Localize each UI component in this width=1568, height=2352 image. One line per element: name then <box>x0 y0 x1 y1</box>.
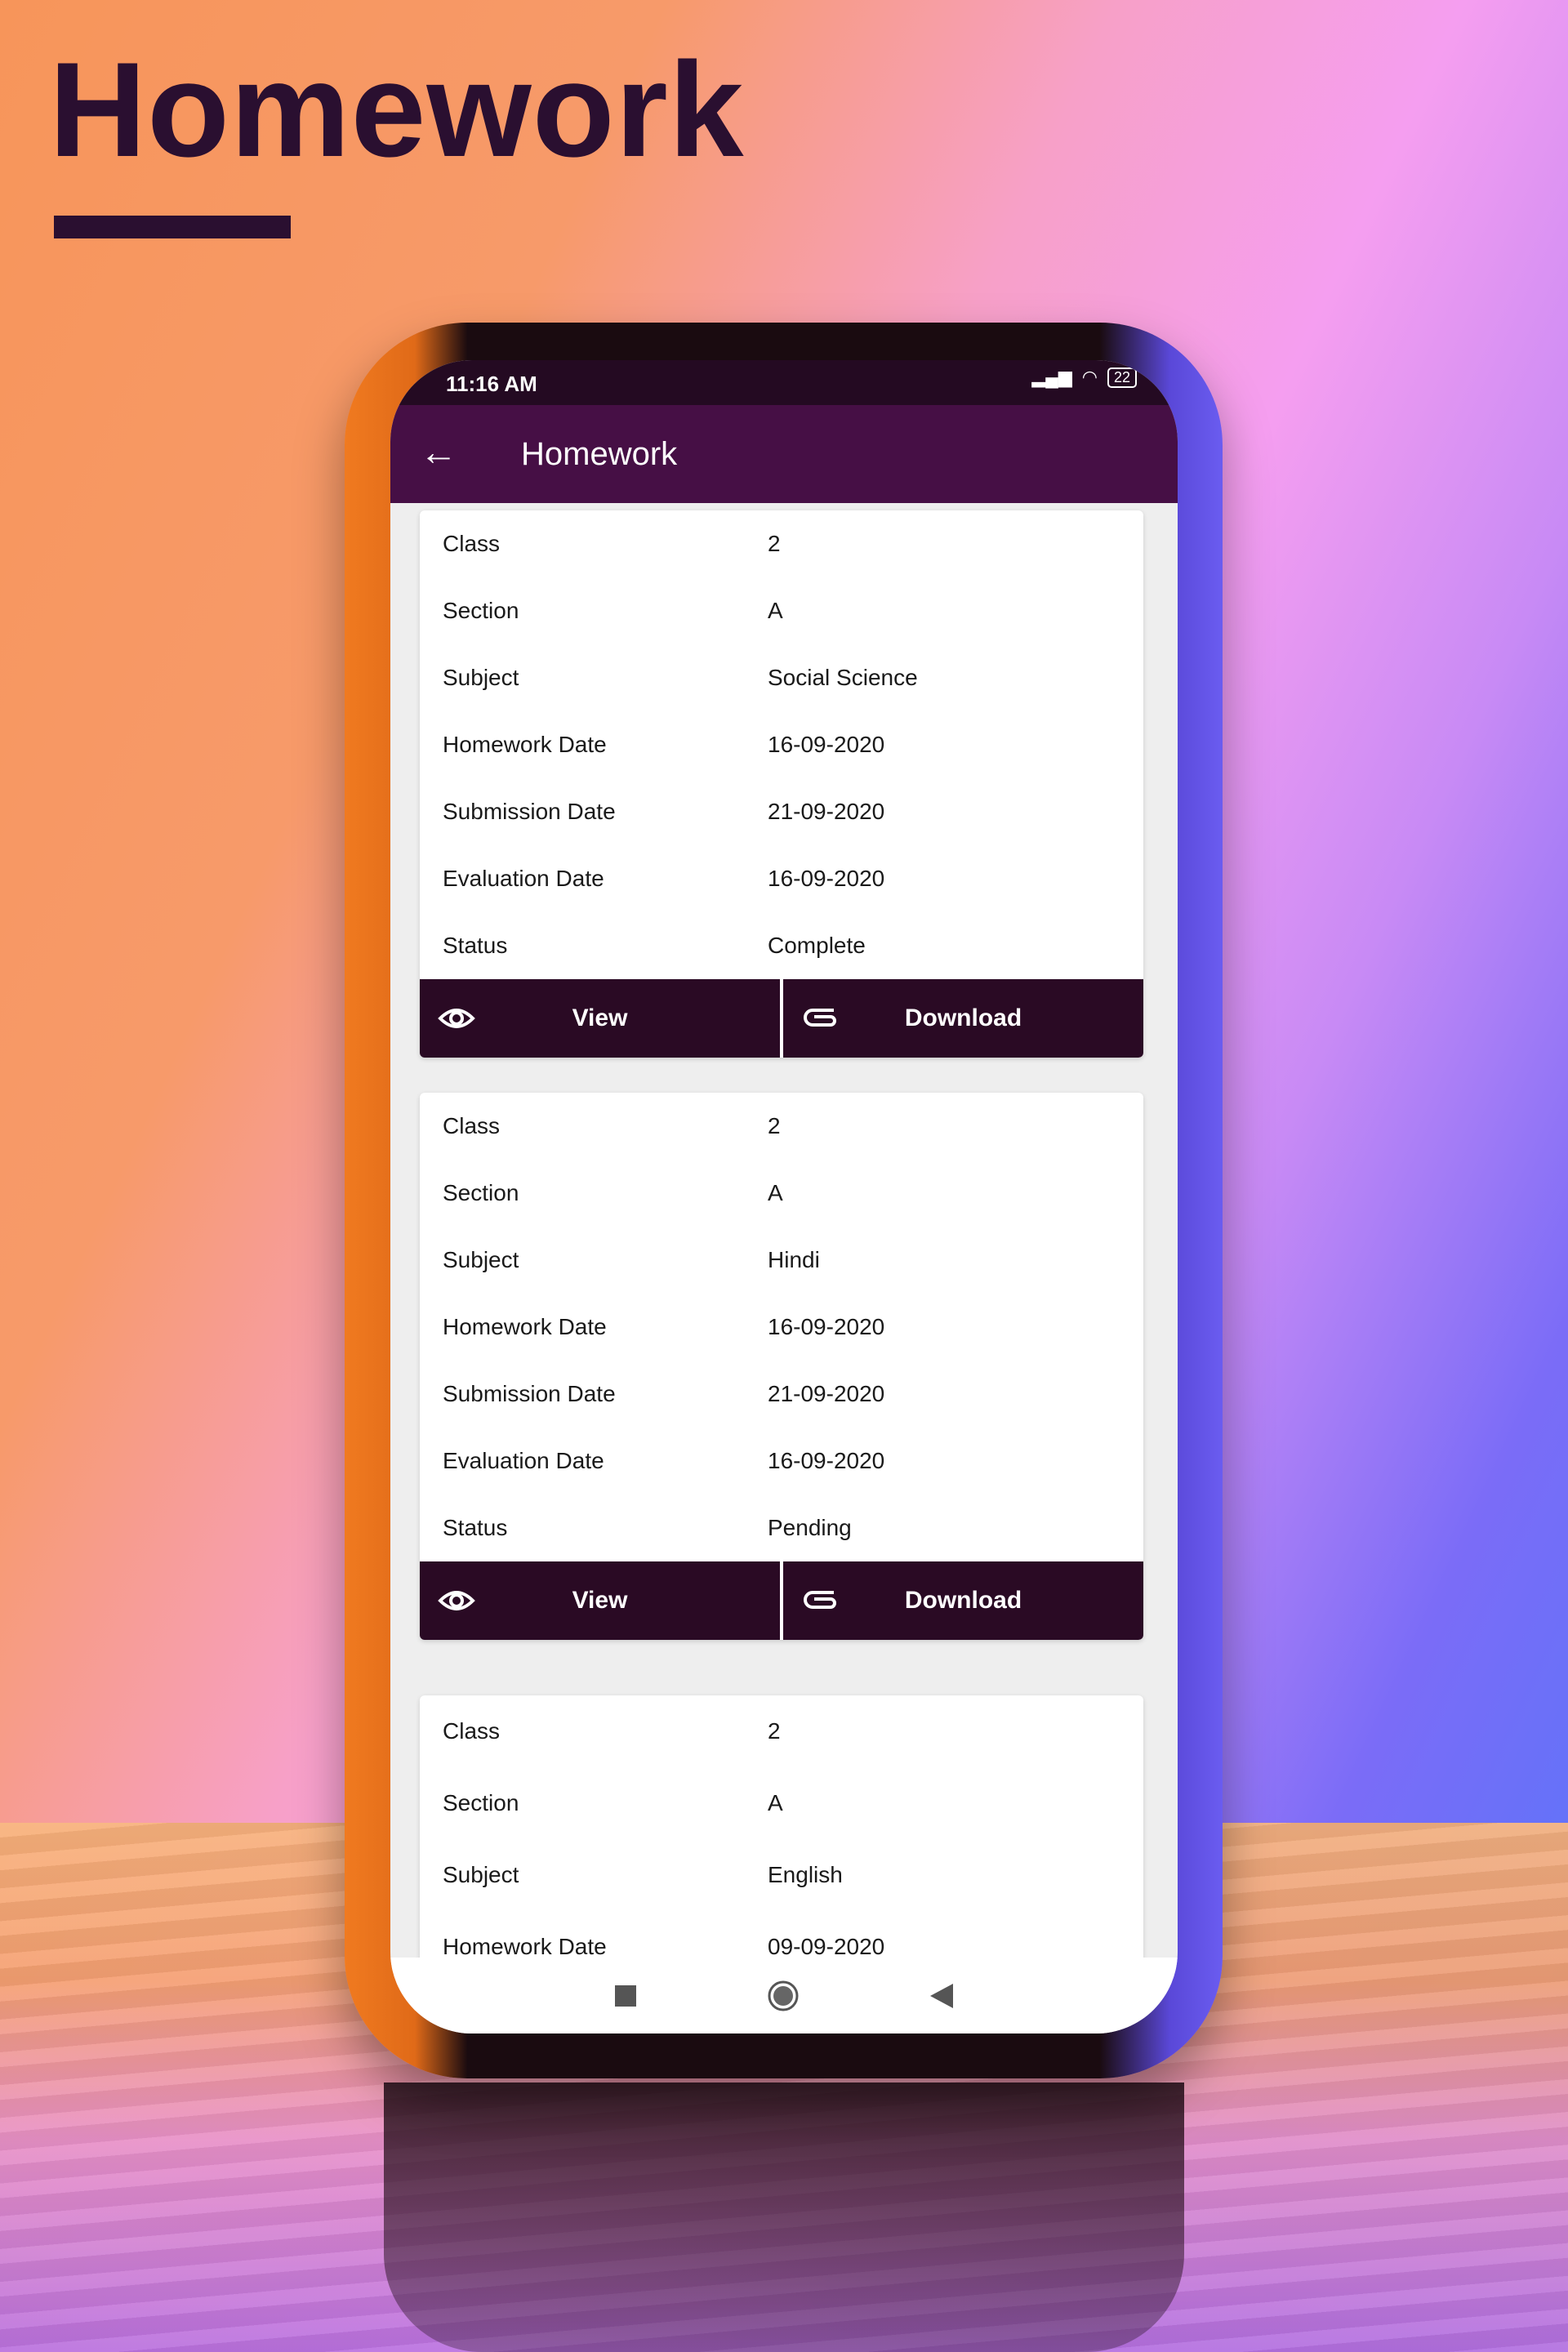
phone-screen: 11:16 AM ▂▄▆ ◠ 22 ← Homework Class 2 Sect… <box>390 360 1178 2034</box>
title-underline <box>54 216 291 238</box>
homework-date-label: Homework Date <box>443 1314 607 1339</box>
download-button[interactable]: Download <box>783 1561 1143 1640</box>
status-time: 11:16 AM <box>446 372 537 396</box>
square-icon[interactable] <box>615 1984 636 2007</box>
subject-value: Hindi <box>768 1247 820 1272</box>
evaluation-date-value: 16-09-2020 <box>768 1448 885 1473</box>
view-button[interactable]: View <box>420 979 780 1058</box>
submission-date-label: Submission Date <box>443 799 616 824</box>
app-bar: ← Homework <box>390 405 1178 503</box>
homework-date-value: 16-09-2020 <box>768 732 885 757</box>
homework-date-value: 16-09-2020 <box>768 1314 885 1339</box>
signal-icon: ▂▄▆ <box>1031 367 1072 387</box>
subject-label: Subject <box>443 665 519 690</box>
status-bar: 11:16 AM ▂▄▆ ◠ 22 <box>390 360 1178 405</box>
paperclip-icon <box>804 1591 836 1609</box>
homework-card: Class 2 Section A Subject Hindi Homework Da… <box>420 1093 1143 1640</box>
homework-list[interactable]: Class 2 Section A Subject Social Science Ho… <box>390 503 1178 1958</box>
status-label: Status <box>443 1515 508 1540</box>
paperclip-icon <box>804 1009 836 1027</box>
view-button[interactable]: View <box>420 1561 780 1640</box>
subject-value: Social Science <box>768 665 918 690</box>
class-value: 2 <box>768 1718 781 1744</box>
section-label: Section <box>443 1790 519 1815</box>
evaluation-date-value: 16-09-2020 <box>768 866 885 891</box>
triangle-back-icon[interactable] <box>930 1983 953 2008</box>
eye-icon <box>438 1591 475 1610</box>
class-label: Class <box>443 1718 501 1744</box>
download-button[interactable]: Download <box>783 979 1143 1058</box>
homework-card: Class 2 Section A Subject English Homework … <box>420 1695 1143 1958</box>
homework-date-value: 09-09-2020 <box>768 1934 885 1958</box>
section-value: A <box>768 1790 783 1815</box>
phone-reflection <box>384 2082 1184 2352</box>
subject-label: Subject <box>443 1247 519 1272</box>
class-label: Class <box>443 531 501 556</box>
homework-date-label: Homework Date <box>443 732 607 757</box>
section-value: A <box>768 1180 783 1205</box>
class-value: 2 <box>768 1113 781 1138</box>
section-value: A <box>768 598 783 623</box>
status-value: Pending <box>768 1515 852 1540</box>
eye-icon <box>438 1009 475 1028</box>
subject-value: English <box>768 1862 843 1887</box>
submission-date-value: 21-09-2020 <box>768 1381 885 1406</box>
circle-icon[interactable] <box>767 1980 800 2012</box>
battery-icon: 22 <box>1107 367 1137 388</box>
system-nav-bar <box>390 1958 1178 2034</box>
class-value: 2 <box>768 531 781 556</box>
submission-date-label: Submission Date <box>443 1381 616 1406</box>
page-title: Homework <box>521 436 678 472</box>
section-label: Section <box>443 1180 519 1205</box>
back-arrow-icon[interactable]: ← <box>420 430 457 474</box>
status-label: Status <box>443 933 508 958</box>
evaluation-date-label: Evaluation Date <box>443 866 604 891</box>
submission-date-value: 21-09-2020 <box>768 799 885 824</box>
promo-title: Homework <box>49 34 745 185</box>
status-value: Complete <box>768 933 866 958</box>
subject-label: Subject <box>443 1862 519 1887</box>
homework-date-label: Homework Date <box>443 1934 607 1958</box>
section-label: Section <box>443 598 519 623</box>
homework-card: Class 2 Section A Subject Social Science Ho… <box>420 510 1143 1058</box>
class-label: Class <box>443 1113 501 1138</box>
wifi-icon: ◠ <box>1081 367 1098 387</box>
evaluation-date-label: Evaluation Date <box>443 1448 604 1473</box>
